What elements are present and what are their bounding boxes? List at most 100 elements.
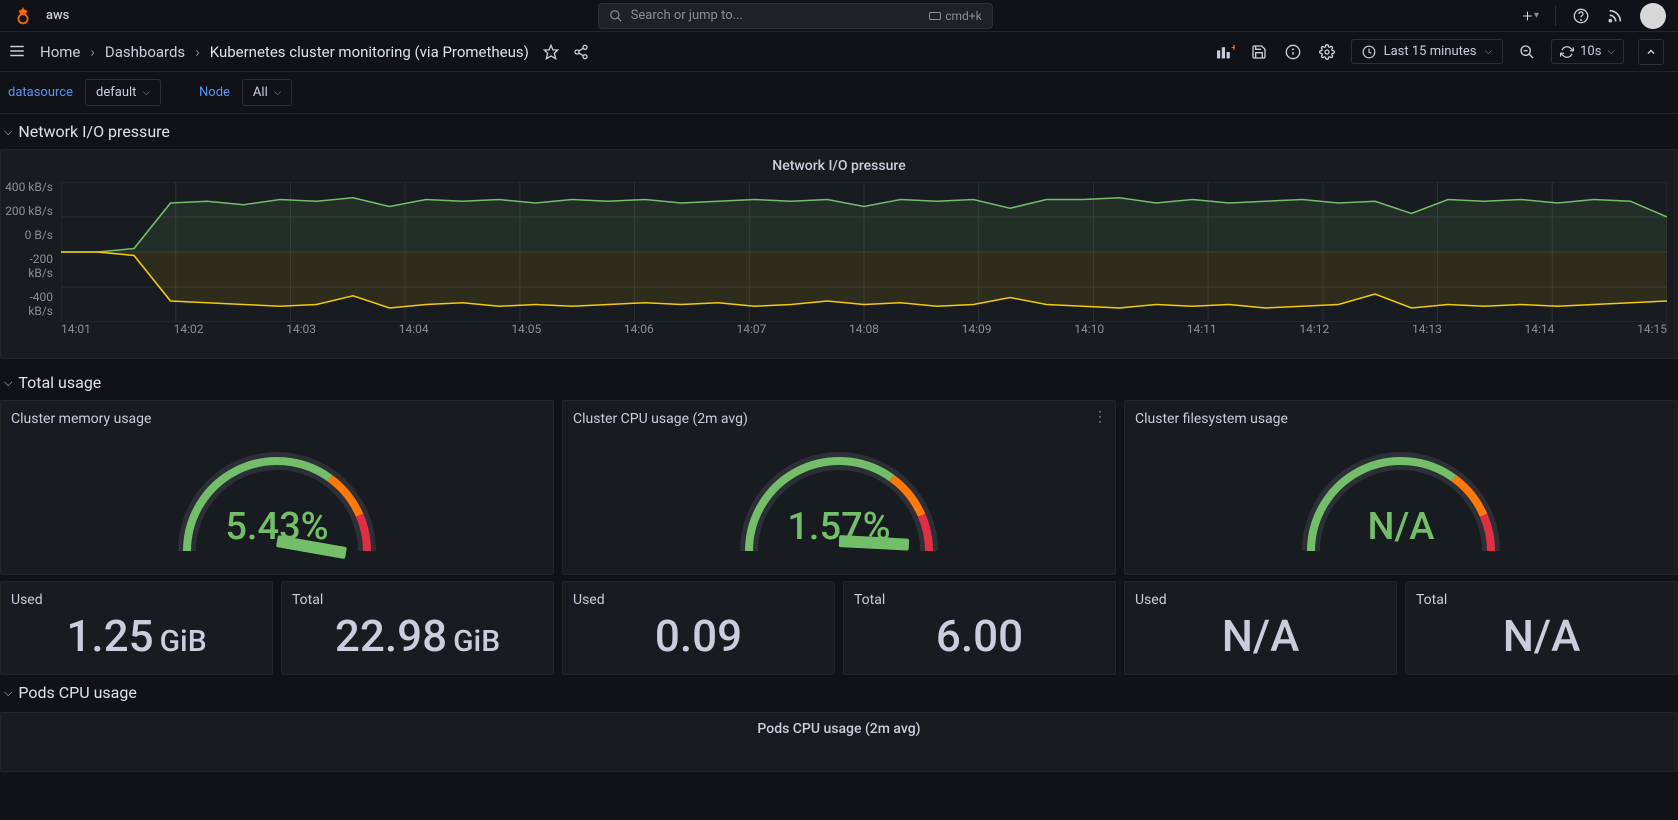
chevron-down-icon: ⌵ <box>142 87 150 98</box>
avatar[interactable] <box>1640 3 1666 29</box>
x-tick: 14:05 <box>511 322 541 338</box>
row-total-usage-label: Total usage <box>18 373 101 392</box>
stat-value: 1.25GiB <box>1 608 272 660</box>
stat-value: 0.09 <box>563 608 834 660</box>
gauge-title: Cluster CPU usage (2m avg) <box>563 401 1115 431</box>
row-pods-cpu[interactable]: ⌵ Pods CPU usage <box>0 675 1678 710</box>
x-tick: 14:11 <box>1187 322 1217 338</box>
panel-network[interactable]: Network I/O pressure 400 kB/s200 kB/s0 B… <box>0 149 1678 359</box>
help-icon[interactable] <box>1572 7 1590 25</box>
gauge-grid: Cluster memory usage 5.43% Cluster CPU u… <box>0 400 1678 581</box>
search-icon <box>609 9 623 23</box>
gauge: 1.57% <box>563 431 1115 561</box>
chevron-down-icon: ⌵ <box>4 686 12 700</box>
stat-panel[interactable]: Used 1.25GiB <box>0 581 273 675</box>
topbar-left: aws <box>12 5 69 27</box>
search-placeholder: Search or jump to... <box>631 8 743 23</box>
gauge-value: 5.43% <box>1 505 553 549</box>
x-tick: 14:12 <box>1299 322 1329 338</box>
gauge-panel[interactable]: Cluster filesystem usage N/A <box>1124 400 1678 575</box>
gauge: 5.43% <box>1 431 553 561</box>
topbar-center: Search or jump to... cmd+k <box>69 3 1521 29</box>
hamburger-icon[interactable] <box>8 42 28 62</box>
stat-label: Total <box>282 582 553 608</box>
panel-menu-icon[interactable]: ⋮ <box>1093 409 1107 425</box>
aws-label: aws <box>46 8 69 23</box>
row-network-label: Network I/O pressure <box>18 122 170 141</box>
gauge-title: Cluster memory usage <box>1 401 553 431</box>
var-node-select[interactable]: All ⌵ <box>242 79 292 106</box>
chevron-down-icon: ⌵ <box>1484 46 1492 57</box>
chevron-down-icon: ⌵ <box>274 87 282 98</box>
collapse-icon[interactable] <box>1638 39 1664 65</box>
stat-grid: Used 1.25GiB Total 22.98GiB Used 0.09 To… <box>0 581 1678 675</box>
add-panel-icon[interactable]: + <box>1215 42 1235 62</box>
toolbar: + Last 15 minutes ⌵ 10s ⌵ <box>1215 39 1670 65</box>
stat-label: Used <box>563 582 834 608</box>
stat-label: Total <box>844 582 1115 608</box>
breadcrumb-sep: › <box>195 43 200 61</box>
breadcrumb-current: Kubernetes cluster monitoring (via Prome… <box>210 43 529 61</box>
x-tick: 14:09 <box>962 322 992 338</box>
x-tick: 14:10 <box>1074 322 1104 338</box>
stat-label: Used <box>1 582 272 608</box>
breadcrumb: Home › Dashboards › Kubernetes cluster m… <box>40 43 529 61</box>
var-node-label: Node <box>195 85 234 100</box>
y-tick: -200 kB/s <box>5 252 53 280</box>
gauge: N/A <box>1125 431 1677 561</box>
topbar: aws Search or jump to... cmd+k ▾ <box>0 0 1678 32</box>
y-tick: 200 kB/s <box>5 204 53 218</box>
gauge-panel[interactable]: Cluster memory usage 5.43% <box>0 400 554 575</box>
x-tick: 14:15 <box>1637 322 1667 338</box>
stat-panel[interactable]: Total N/A <box>1405 581 1678 675</box>
y-tick: 400 kB/s <box>5 180 53 194</box>
stat-panel[interactable]: Used 0.09 <box>562 581 835 675</box>
rss-icon[interactable] <box>1606 7 1624 25</box>
chart-x-axis: 14:0114:0214:0314:0414:0514:0614:0714:08… <box>61 322 1667 338</box>
breadcrumb-bar: Home › Dashboards › Kubernetes cluster m… <box>0 32 1678 72</box>
stat-value: N/A <box>1125 608 1396 660</box>
chart-svg <box>61 182 1667 322</box>
zoom-out-icon[interactable] <box>1517 42 1537 62</box>
refresh-rate-picker[interactable]: 10s ⌵ <box>1551 39 1624 64</box>
grafana-logo-icon[interactable] <box>12 5 34 27</box>
row-network[interactable]: ⌵ Network I/O pressure <box>0 114 1678 149</box>
stat-label: Used <box>1125 582 1396 608</box>
search-input[interactable]: Search or jump to... cmd+k <box>598 3 993 29</box>
star-icon[interactable] <box>543 44 559 60</box>
breadcrumb-dashboards[interactable]: Dashboards <box>105 43 185 61</box>
settings-icon[interactable] <box>1317 42 1337 62</box>
chevron-down-icon: ⌵ <box>1607 46 1615 57</box>
stat-value: N/A <box>1406 608 1677 660</box>
x-tick: 14:07 <box>736 322 766 338</box>
info-icon[interactable] <box>1283 42 1303 62</box>
chevron-down-icon: ⌵ <box>4 376 12 390</box>
share-icon[interactable] <box>573 44 589 60</box>
topbar-right: ▾ <box>1521 3 1666 29</box>
gauge-panel[interactable]: Cluster CPU usage (2m avg) ⋮ 1.57% <box>562 400 1116 575</box>
gauge-value: 1.57% <box>563 505 1115 549</box>
var-datasource-select[interactable]: default ⌵ <box>85 79 161 106</box>
row-pods-cpu-label: Pods CPU usage <box>18 683 136 702</box>
stat-value: 22.98GiB <box>282 608 553 660</box>
stat-panel[interactable]: Used N/A <box>1124 581 1397 675</box>
y-tick: 0 B/s <box>5 228 53 242</box>
add-icon[interactable]: ▾ <box>1521 7 1539 25</box>
y-tick: -400 kB/s <box>5 290 53 318</box>
stat-panel[interactable]: Total 22.98GiB <box>281 581 554 675</box>
time-range-picker[interactable]: Last 15 minutes ⌵ <box>1351 39 1503 64</box>
breadcrumb-home[interactable]: Home <box>40 43 80 61</box>
x-tick: 14:13 <box>1412 322 1442 338</box>
stat-panel[interactable]: Total 6.00 <box>843 581 1116 675</box>
panel-pods-title: Pods CPU usage (2m avg) <box>1 713 1677 741</box>
row-total-usage[interactable]: ⌵ Total usage <box>0 365 1678 400</box>
panel-pods-cpu[interactable]: Pods CPU usage (2m avg) <box>0 712 1678 772</box>
refresh-rate-label: 10s <box>1580 44 1601 59</box>
x-tick: 14:14 <box>1525 322 1555 338</box>
x-tick: 14:03 <box>286 322 316 338</box>
save-icon[interactable] <box>1249 42 1269 62</box>
chevron-down-icon: ⌵ <box>4 125 12 139</box>
x-tick: 14:02 <box>174 322 204 338</box>
stat-value: 6.00 <box>844 608 1115 660</box>
x-tick: 14:08 <box>849 322 879 338</box>
